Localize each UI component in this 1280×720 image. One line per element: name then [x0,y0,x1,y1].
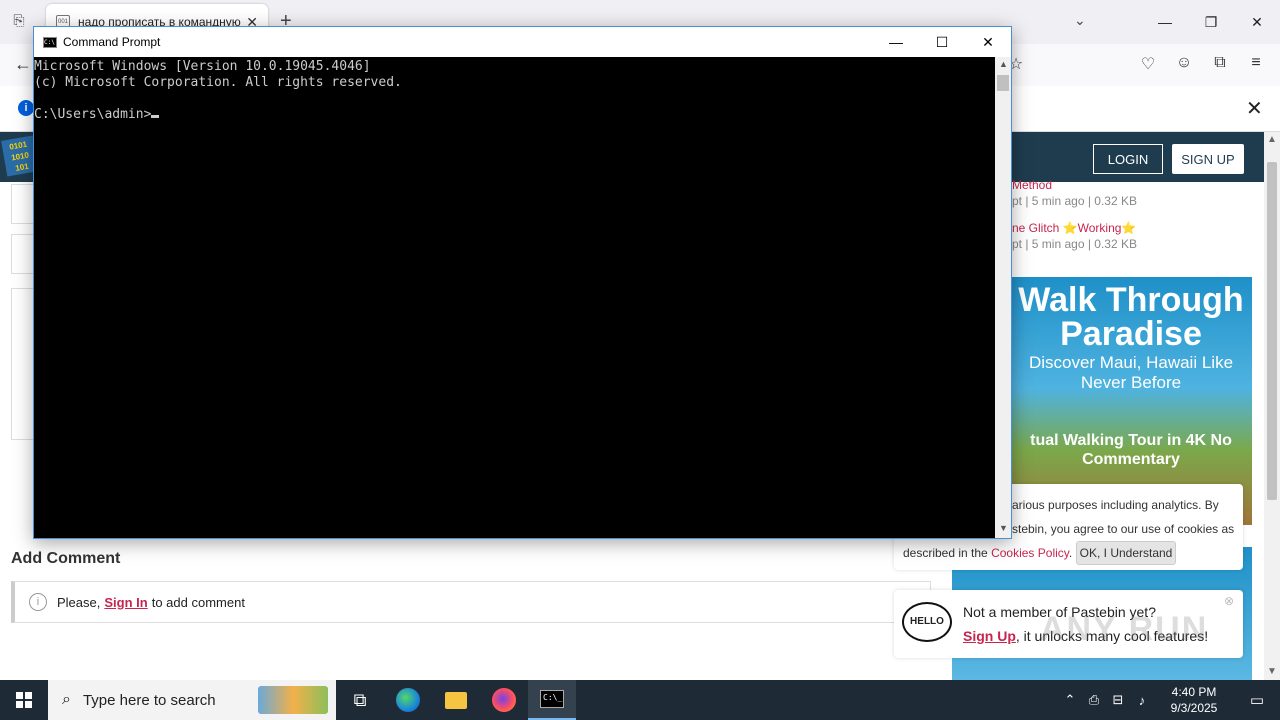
cookies-policy-link[interactable]: Cookies Policy [991,546,1069,560]
network-icon[interactable]: ⊟ [1106,692,1130,708]
task-view-icon[interactable]: ⧉ [336,680,384,720]
cmd-title: Command Prompt [63,35,161,49]
firefox-icon[interactable] [480,680,528,720]
cookie-text-line: described in the Cookies Policy. [903,546,1073,560]
comment-prefix: Please, [57,594,101,610]
volume-icon[interactable]: ♪ [1130,693,1154,708]
command-prompt-window[interactable]: C:\ Command Prompt — ☐ ✕ Microsoft Windo… [33,26,1012,539]
scroll-down-icon[interactable]: ▼ [1267,666,1277,677]
taskbar-search[interactable]: ⌕ Type here to search [48,680,336,720]
start-button[interactable] [0,680,48,720]
cmd-scrollbar-thumb[interactable] [997,75,1009,91]
cookie-text-line: stebin, you agree to our use of cookies … [1012,522,1235,536]
restore-button[interactable]: ❐ [1188,0,1234,44]
console-prompt: C:\Users\admin> [34,107,152,122]
windows-logo-icon [16,692,32,708]
page-scrollbar[interactable]: ▲ ▼ [1264,132,1280,680]
cmd-maximize-button[interactable]: ☐ [919,27,965,57]
text-cursor [151,115,160,118]
console-prompt-line[interactable]: C:\Users\admin> [34,107,995,123]
action-center-icon[interactable]: ▭ [1234,691,1280,709]
device-icon[interactable]: ⎙ [1082,692,1106,708]
ad-headline: Walk Through Paradise [1018,281,1244,353]
comment-notice: i Please, Sign In to add comment [11,581,931,623]
system-tray: ⌃ ⎙ ⊟ ♪ 4:40 PM 9/3/2025 ▭ [1058,680,1280,720]
clock-time: 4:40 PM [1171,685,1217,699]
signup-button[interactable]: SIGN UP [1172,144,1244,174]
cmd-app-icon: C:\ [43,36,57,48]
cmd-window-controls: — ☐ ✕ [873,27,1011,57]
file-explorer-icon[interactable] [432,680,480,720]
menu-icon[interactable]: ≡ [1245,54,1267,76]
search-placeholder: Type here to search [82,691,216,709]
ad-subheadline: Discover Maui, Hawaii Like Never Before [1028,353,1234,392]
all-tabs-icon[interactable]: ⌄ [1074,12,1086,29]
taskbar: ⌕ Type here to search ⧉ C:\_ ⌃ ⎙ ⊟ ♪ 4:4… [0,680,1280,720]
console-line: Microsoft Windows [Version 10.0.19045.40… [34,59,371,74]
recent-paste-item[interactable]: ne Glitch ⭐Working⭐ pt | 5 min ago | 0.3… [1012,221,1137,251]
console-line: (c) Microsoft Corporation. All rights re… [34,75,402,90]
info-icon: i [18,100,34,116]
recent-paste-name[interactable]: Method [1012,178,1137,192]
minimize-button[interactable]: — [1142,0,1188,44]
sign-in-link[interactable]: Sign In [104,595,147,610]
account-icon[interactable]: ☺ [1173,54,1195,76]
edge-icon[interactable] [384,680,432,720]
hello-bubble-icon: HELLO [902,602,952,642]
cmd-minimize-button[interactable]: — [873,27,919,57]
pocket-icon[interactable]: ♡ [1137,54,1159,76]
login-button[interactable]: LOGIN [1093,144,1163,174]
clock-date: 9/3/2025 [1170,701,1218,715]
recent-paste-meta: pt | 5 min ago | 0.32 KB [1012,194,1137,208]
cmd-scrollbar[interactable]: ▲ ▼ [995,57,1011,538]
scrollbar-thumb[interactable] [1267,162,1277,500]
close-icon[interactable]: ⊗ [1224,594,1234,608]
scroll-down-icon[interactable]: ▼ [999,523,1008,533]
cookie-text-prefix: described in the [903,546,988,560]
signup-link[interactable]: Sign Up [963,628,1016,644]
back-icon[interactable]: ← [14,54,32,75]
recent-paste-name[interactable]: ne Glitch ⭐Working⭐ [1012,221,1137,235]
clock[interactable]: 4:40 PM 9/3/2025 [1154,684,1234,716]
scroll-up-icon[interactable]: ▲ [999,59,1008,69]
info-icon: i [29,593,47,611]
add-comment-heading: Add Comment [11,550,121,567]
recent-paste-meta: pt | 5 min ago | 0.32 KB [1012,237,1137,251]
recent-paste-item[interactable]: Method pt | 5 min ago | 0.32 KB [1012,178,1137,208]
comment-suffix: to add comment [151,594,245,610]
command-prompt-taskbar-icon[interactable]: C:\_ [528,680,576,720]
cmd-close-button[interactable]: ✕ [965,27,1011,57]
close-button[interactable]: ✕ [1234,0,1280,44]
watermark: ANY RUN [1040,610,1209,648]
search-icon: ⌕ [62,691,71,708]
cookie-accept-button[interactable]: OK, I Understand [1076,541,1176,565]
cookie-text-line: arious purposes including analytics. By [1012,498,1219,512]
show-hidden-icons-icon[interactable]: ⌃ [1058,692,1082,708]
search-highlight-image [258,686,328,714]
scroll-up-icon[interactable]: ▲ [1267,134,1277,145]
extensions-icon[interactable]: ⧉ [1209,54,1231,76]
tab-list-icon[interactable]: ⎘ [10,12,28,30]
browser-window-controls: — ❐ ✕ [1142,0,1280,44]
cmd-console-output[interactable]: Microsoft Windows [Version 10.0.19045.40… [34,57,995,538]
cmd-titlebar[interactable]: C:\ Command Prompt — ☐ ✕ [34,27,1011,57]
notification-close-icon[interactable]: ✕ [1246,96,1263,121]
ad-tagline: tual Walking Tour in 4K No Commentary [1030,432,1232,468]
